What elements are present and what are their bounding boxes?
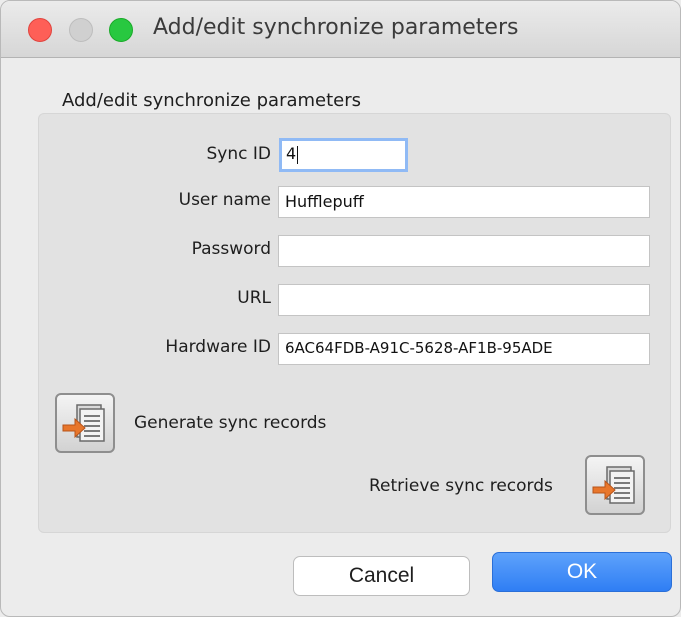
- url-label: URL: [237, 288, 271, 308]
- zoom-window-button[interactable]: [109, 18, 133, 42]
- password-field[interactable]: [278, 235, 650, 267]
- user-name-field[interactable]: Hufflepuff: [278, 186, 650, 218]
- hardware-id-label: Hardware ID: [165, 337, 271, 357]
- close-window-button[interactable]: [28, 18, 52, 42]
- import-document-icon: [62, 404, 105, 442]
- user-name-label: User name: [178, 190, 271, 210]
- minimize-window-button[interactable]: [69, 18, 93, 42]
- sync-parameters-group: [38, 113, 671, 533]
- title-bar[interactable]: Add/edit synchronize parameters: [1, 1, 680, 58]
- window-title: Add/edit synchronize parameters: [153, 15, 519, 40]
- generate-sync-records-label: Generate sync records: [134, 413, 327, 433]
- url-field[interactable]: [278, 284, 650, 316]
- generate-sync-records-button[interactable]: [55, 393, 115, 453]
- cancel-button[interactable]: Cancel: [293, 556, 470, 596]
- retrieve-sync-records-label: Retrieve sync records: [369, 476, 553, 496]
- ok-button[interactable]: OK: [492, 552, 672, 592]
- dialog-window: Add/edit synchronize parameters Add/edit…: [0, 0, 681, 617]
- retrieve-sync-records-button[interactable]: [585, 455, 645, 515]
- password-label: Password: [191, 239, 271, 259]
- import-document-icon: [592, 466, 635, 504]
- hardware-id-field[interactable]: 6AC64FDB-A91C-5628-AF1B-95ADE: [278, 333, 650, 365]
- sync-id-field[interactable]: 4: [279, 138, 408, 172]
- group-title: Add/edit synchronize parameters: [62, 90, 362, 111]
- sync-id-label: Sync ID: [206, 144, 271, 164]
